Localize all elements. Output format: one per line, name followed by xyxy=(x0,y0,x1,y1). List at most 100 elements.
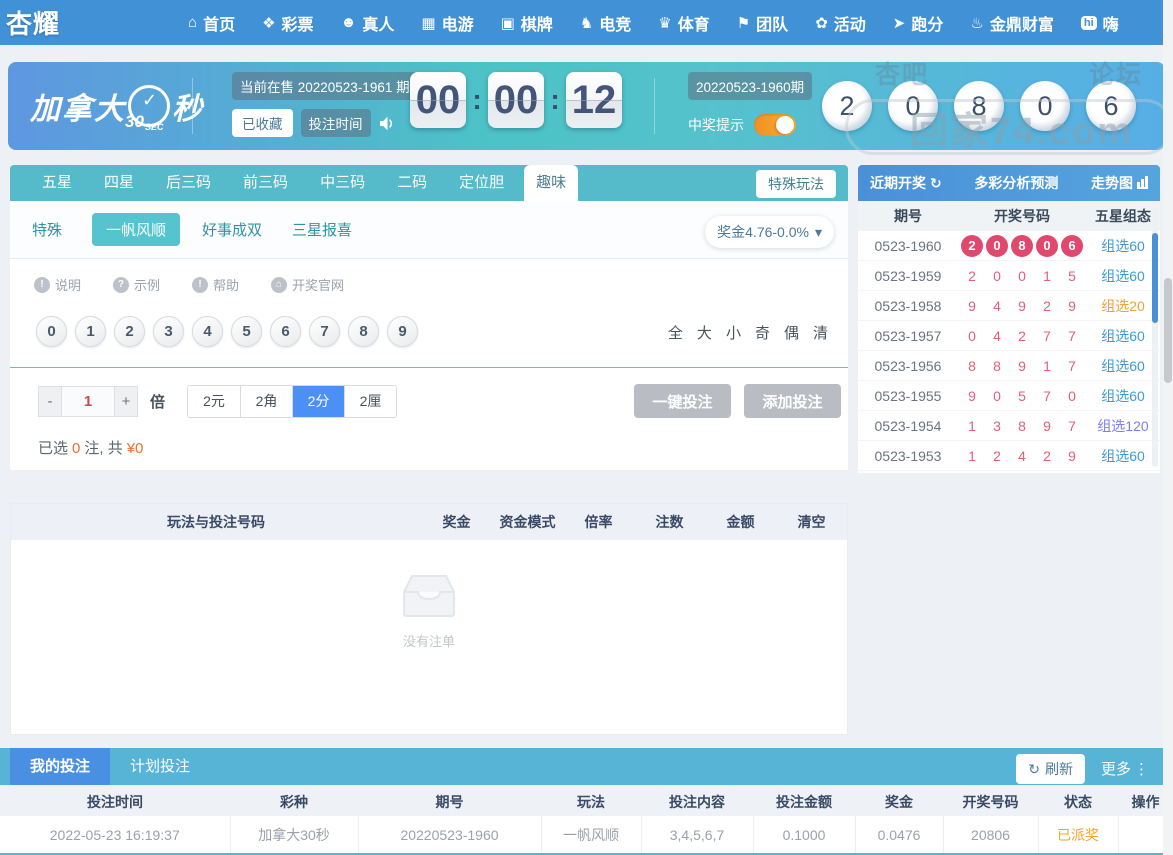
unit-yuan[interactable]: 2元 xyxy=(188,385,241,417)
nav-item-activity[interactable]: ✿ 活动 xyxy=(815,11,866,35)
tab-erma[interactable]: 二码 xyxy=(385,165,439,201)
unit-fen-active[interactable]: 2分 xyxy=(292,385,345,417)
pick-ball-2[interactable]: 2 xyxy=(114,316,145,347)
panel-scrollbar-thumb[interactable] xyxy=(1152,233,1158,323)
lottery-banner: 加拿大 ✓ 30 SEC 秒 当前在售 20220523-1961 期 已收藏 … xyxy=(8,62,1165,150)
pattern-link[interactable]: 组选60 xyxy=(1086,386,1160,406)
tab-dingweidan[interactable]: 定位胆 xyxy=(447,165,516,201)
pattern-link[interactable]: 组选120 xyxy=(1086,416,1160,436)
quick-bet-button[interactable]: 一键投注 xyxy=(634,384,731,418)
pattern-link[interactable]: 组选60 xyxy=(1086,236,1160,256)
pattern-link[interactable]: 组选60 xyxy=(1086,326,1160,346)
tab-analysis-prediction[interactable]: 多彩分析预测 xyxy=(974,173,1058,193)
unit-jiao[interactable]: 2角 xyxy=(240,385,293,417)
nav-item-boardgames[interactable]: ▣ 棋牌 xyxy=(501,11,553,35)
speaker-icon[interactable] xyxy=(379,116,396,131)
draw-numbers: 04277 xyxy=(968,327,1076,344)
pick-ball-5[interactable]: 5 xyxy=(231,316,262,347)
tab-housanma[interactable]: 后三码 xyxy=(154,165,223,201)
tab-wuxing[interactable]: 五星 xyxy=(30,165,84,201)
col-play-type: 玩法 xyxy=(541,787,641,816)
special-play-button[interactable]: 特殊玩法 xyxy=(756,170,836,198)
bet-time-badge[interactable]: 投注时间 xyxy=(300,109,371,137)
countdown-seconds: 12 xyxy=(566,72,622,128)
nav-label: 电游 xyxy=(441,16,474,34)
bet-amount: 0.1000 xyxy=(752,816,855,853)
quick-odd[interactable]: 奇 xyxy=(755,322,770,343)
my-bets-section: 我的投注 计划投注 ↻ 刷新 更多 ⋮ 投注时间 彩种 期号 玩法 投注内容 投注金… xyxy=(0,748,1173,855)
divider xyxy=(192,78,193,134)
favorite-button[interactable]: 已收藏 xyxy=(232,109,293,137)
nav-item-home[interactable]: ⌂ 首页 xyxy=(188,11,235,35)
recent-results-panel: 近期开奖 ↻ 多彩分析预测 走势图 期号 开奖号码 五星组态 0523-1960 … xyxy=(858,165,1160,473)
colon-separator xyxy=(466,84,488,116)
subtab-yifanfengshun-active[interactable]: 一帆风顺 xyxy=(92,213,181,246)
nav-item-egames[interactable]: ▦ 电游 xyxy=(421,11,473,35)
tab-my-bets-active[interactable]: 我的投注 xyxy=(10,748,111,785)
add-bet-button[interactable]: 添加投注 xyxy=(744,384,841,418)
panel-scrollbar-track[interactable] xyxy=(1152,205,1158,467)
nav-item-hi[interactable]: hi 嗨 xyxy=(1080,11,1119,35)
pattern-link[interactable]: 组选60 xyxy=(1086,356,1160,376)
multiplier-minus-button[interactable]: - xyxy=(38,385,62,417)
nav-item-live[interactable]: ☻ 真人 xyxy=(341,11,395,35)
quick-all[interactable]: 全 xyxy=(668,322,683,343)
quick-even[interactable]: 偶 xyxy=(784,322,799,343)
quick-clear[interactable]: 清 xyxy=(813,322,828,343)
subtab-haoshichengshuang[interactable]: 好事成双 xyxy=(202,213,262,246)
tab-recent-draws[interactable]: 近期开奖 ↻ xyxy=(870,173,942,193)
subtab-sanxingbaoxi[interactable]: 三星报喜 xyxy=(292,213,352,246)
more-button[interactable]: 更多 ⋮ xyxy=(1101,758,1149,779)
pick-ball-3[interactable]: 3 xyxy=(153,316,184,347)
pick-ball-6[interactable]: 6 xyxy=(270,316,301,347)
nav-item-esports[interactable]: ♞ 电竞 xyxy=(580,11,631,35)
divider xyxy=(10,367,848,368)
help-link-bangzhu[interactable]: ! 帮助 xyxy=(192,275,239,294)
nav-item-sports[interactable]: ♛ 体育 xyxy=(658,11,709,35)
nav-item-team[interactable]: ⚑ 团队 xyxy=(737,11,788,35)
page-scrollbar-thumb[interactable] xyxy=(1164,278,1172,383)
quick-big[interactable]: 大 xyxy=(697,322,712,343)
pick-ball-8[interactable]: 8 xyxy=(348,316,379,347)
bet-slip-header: 玩法与投注号码 奖金 资金模式 倍率 注数 金额 清空 xyxy=(11,504,847,540)
tab-quwei-active[interactable]: 趣味 xyxy=(524,165,579,201)
pick-ball-7[interactable]: 7 xyxy=(309,316,340,347)
help-link-official-site[interactable]: ⌂ 开奖官网 xyxy=(271,275,344,294)
pick-ball-4[interactable]: 4 xyxy=(192,316,223,347)
pattern-link[interactable]: 组选20 xyxy=(1086,296,1160,316)
pick-ball-9[interactable]: 9 xyxy=(387,316,418,347)
bonus-rate-select[interactable]: 奖金4.76-0.0% ▾ xyxy=(705,216,834,248)
win-tip-toggle[interactable] xyxy=(754,114,796,136)
nav-item-paofen[interactable]: ➤ 跑分 xyxy=(893,11,944,35)
multiplier-input[interactable] xyxy=(62,385,114,417)
tab-zhongsanma[interactable]: 中三码 xyxy=(308,165,377,201)
play-type: 一帆风顺 xyxy=(540,816,641,853)
pick-ball-0[interactable]: 0 xyxy=(36,316,67,347)
tab-qiansanma[interactable]: 前三码 xyxy=(231,165,300,201)
tab-trend-chart[interactable]: 走势图 xyxy=(1091,173,1148,193)
status-badge: 已派奖 xyxy=(1037,816,1118,853)
help-link-shili[interactable]: ? 示例 xyxy=(113,275,160,294)
pick-ball-1[interactable]: 1 xyxy=(75,316,106,347)
nav-item-lottery[interactable]: ❖ 彩票 xyxy=(262,11,313,35)
help-link-shuoming[interactable]: ! 说明 xyxy=(34,275,81,294)
multiplier-plus-button[interactable]: + xyxy=(114,385,138,417)
pattern-link[interactable]: 组选60 xyxy=(1086,266,1160,286)
tab-plan-bets[interactable]: 计划投注 xyxy=(110,748,210,785)
page-scrollbar-track[interactable] xyxy=(1163,0,1173,855)
col-amount: 金额 xyxy=(726,514,755,530)
site-logo: 杏耀 xyxy=(6,9,61,39)
unit-li[interactable]: 2厘 xyxy=(344,385,397,417)
nav-label: 电竞 xyxy=(599,16,632,34)
refresh-button[interactable]: ↻ 刷新 xyxy=(1016,754,1085,784)
recent-row: 0523-1955 90570 组选60 xyxy=(858,381,1160,411)
tab-sixing[interactable]: 四星 xyxy=(92,165,146,201)
pattern-link[interactable]: 组选60 xyxy=(1086,446,1160,466)
nav-item-wealth[interactable]: ♨ 金鼎财富 xyxy=(970,11,1053,35)
refresh-icon: ↻ xyxy=(930,174,942,191)
clear-all-column[interactable]: 清空 xyxy=(776,512,847,532)
col-fund-mode: 资金模式 xyxy=(499,514,556,530)
bets-history-table: 投注时间 彩种 期号 玩法 投注内容 投注金额 奖金 开奖号码 状态 操作 20… xyxy=(0,787,1173,853)
subtab-teshu[interactable]: 特殊 xyxy=(32,213,62,246)
quick-small[interactable]: 小 xyxy=(726,322,741,343)
